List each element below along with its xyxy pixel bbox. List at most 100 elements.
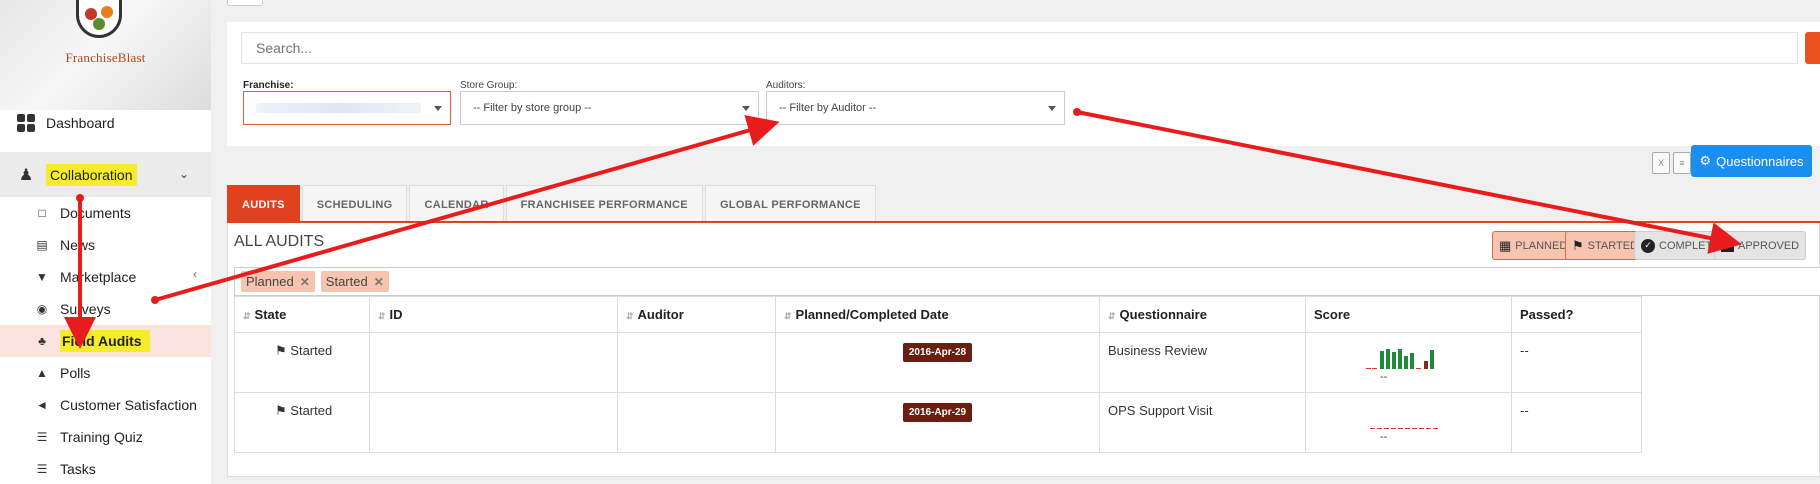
sidebar-item-label: Customer Satisfaction: [60, 397, 197, 413]
sidebar-item-label: Documents: [60, 205, 131, 221]
document-icon: □: [38, 206, 46, 220]
tab-franchisee-performance[interactable]: FRANCHISEE PERFORMANCE: [505, 185, 703, 223]
date-cell: 2016-Apr-29: [775, 392, 1100, 453]
score-cell: --: [1305, 392, 1512, 453]
active-filter-tags[interactable]: Planned ✕ Started ✕: [234, 267, 1820, 296]
chevron-left-icon[interactable]: ‹: [193, 267, 197, 281]
column-header-label: Score: [1314, 307, 1351, 322]
column-header-label: ID: [389, 307, 403, 322]
store-group-label: Store Group:: [460, 80, 518, 91]
excel-export-icon[interactable]: X: [1652, 152, 1670, 174]
column-header-state[interactable]: ⇵ State: [234, 296, 370, 333]
questionnaires-label: Questionnaires: [1716, 153, 1804, 169]
sort-icon: ⇵: [784, 311, 792, 321]
sidebar-item-dashboard[interactable]: Dashboard: [0, 103, 211, 143]
sidebar-item-polls[interactable]: ▲ Polls: [0, 357, 211, 389]
sort-icon: ⇵: [243, 311, 251, 321]
sidebar-item-training-quiz[interactable]: ☰ Training Quiz: [0, 421, 211, 453]
table-row[interactable]: ⚑ Started 2016-Apr-28 Business Review --…: [234, 332, 1642, 393]
sort-icon: ⇵: [1108, 311, 1116, 321]
filter-tag-started[interactable]: Started ✕: [320, 271, 389, 292]
flag-icon: ⚑: [275, 403, 287, 418]
dashboard-icon: [16, 113, 36, 133]
caret-down-icon: [742, 106, 750, 111]
sidebar-item-field-audits[interactable]: ♣ Field Audits: [0, 325, 211, 357]
sidebar-item-label: Collaboration: [46, 163, 137, 186]
tab-global-performance[interactable]: GLOBAL PERFORMANCE: [704, 185, 876, 223]
tasks-icon: ☰: [36, 462, 48, 476]
gear-icon: ⚙: [1699, 153, 1712, 168]
column-header-score: Score: [1305, 296, 1512, 333]
main-content: Franchise: Store Group: -- Filter by sto…: [211, 0, 1820, 484]
state-value: Started: [290, 343, 333, 358]
date-cell: 2016-Apr-28: [775, 332, 1100, 393]
sidebar-item-documents[interactable]: □ Documents: [0, 197, 211, 229]
tab-calendar[interactable]: CALENDAR: [409, 185, 504, 223]
column-header-id[interactable]: ⇵ ID: [369, 296, 618, 333]
store-group-value: -- Filter by store group --: [473, 102, 592, 114]
approved-filter-button[interactable]: ✓ APPROVED: [1714, 231, 1807, 260]
sidebar-item-collaboration[interactable]: ♟ Collaboration ⌄: [0, 152, 211, 197]
calendar-icon: ▦: [1499, 237, 1512, 253]
remove-tag-icon[interactable]: ✕: [374, 275, 384, 289]
check-circle-icon: ✓: [1641, 238, 1655, 253]
column-header-date[interactable]: ⇵ Planned/Completed Date: [775, 296, 1100, 333]
started-filter-button[interactable]: ⚑ STARTED: [1565, 231, 1645, 260]
sidebar-item-label: Surveys: [60, 301, 111, 317]
tab-scheduling[interactable]: SCHEDULING: [301, 185, 408, 223]
sidebar-item-label: News: [60, 237, 96, 253]
sidebar-item-label: Marketplace: [60, 269, 137, 285]
planned-filter-button[interactable]: ▦ PLANNED: [1492, 231, 1575, 260]
column-header-auditor[interactable]: ⇵ Auditor: [617, 296, 776, 333]
planned-filter-label: PLANNED: [1515, 239, 1568, 252]
filter-panel: Franchise: Store Group: -- Filter by sto…: [227, 22, 1820, 146]
caret-down-icon: [1048, 106, 1056, 111]
id-cell: [369, 392, 618, 453]
search-button[interactable]: [1805, 32, 1820, 64]
search-input[interactable]: [241, 32, 1798, 64]
store-group-select[interactable]: -- Filter by store group --: [460, 91, 759, 125]
remove-tag-icon[interactable]: ✕: [300, 275, 310, 289]
flag-icon: ⚑: [1572, 237, 1584, 253]
sidebar-item-label: Dashboard: [46, 115, 115, 131]
id-cell: [369, 332, 618, 393]
sort-icon: ⇵: [378, 311, 386, 321]
column-header-label: Passed?: [1520, 307, 1574, 322]
sidebar-item-customer-satisfaction[interactable]: ◄ Customer Satisfaction: [0, 389, 211, 421]
sidebar-item-news[interactable]: ▤ News: [0, 229, 211, 261]
sort-icon: ⇵: [626, 311, 634, 321]
tab-audits[interactable]: AUDITS: [227, 185, 300, 223]
started-filter-label: STARTED: [1587, 239, 1638, 252]
auditors-value: -- Filter by Auditor --: [779, 102, 877, 114]
state-cell: ⚑ Started: [234, 332, 370, 393]
score-cell: --: [1305, 332, 1512, 393]
score-sparkline: --: [1314, 403, 1464, 443]
column-header-questionnaire[interactable]: ⇵ Questionnaire: [1099, 296, 1306, 333]
column-header-label: Planned/Completed Date: [795, 307, 949, 322]
score-sparkline: --: [1314, 343, 1464, 383]
auditor-cell: [617, 392, 776, 453]
auditors-select[interactable]: -- Filter by Auditor --: [766, 91, 1065, 125]
filter-tag-label: Started: [325, 274, 368, 289]
questionnaires-button[interactable]: ⚙ Questionnaires: [1691, 145, 1812, 177]
score-value: --: [1380, 431, 1388, 443]
sidebar-item-tasks[interactable]: ☰ Tasks: [0, 453, 211, 484]
table-row[interactable]: ⚑ Started 2016-Apr-29 OPS Support Visit …: [234, 392, 1642, 453]
sidebar: FranchiseBlast Dashboard ♟ Collaboration…: [0, 0, 211, 484]
passed-cell: --: [1511, 332, 1642, 393]
franchise-label: Franchise:: [243, 80, 294, 91]
trophy-icon: ♣: [38, 334, 46, 348]
sidebar-item-surveys[interactable]: ◉ Surveys: [0, 293, 211, 325]
franchise-select[interactable]: [243, 91, 451, 125]
filter-tag-planned[interactable]: Planned ✕: [241, 271, 315, 292]
sidebar-item-marketplace[interactable]: ▼ Marketplace: [0, 261, 211, 293]
document-export-icon[interactable]: ≡: [1673, 152, 1691, 174]
state-value: Started: [290, 403, 333, 418]
target-icon: ◉: [36, 302, 48, 316]
top-button[interactable]: [227, 0, 263, 6]
logo-text: FranchiseBlast: [65, 50, 146, 65]
checkbox-icon: ✓: [1721, 239, 1734, 252]
filter-tag-label: Planned: [246, 274, 294, 289]
list-icon: ☰: [36, 430, 48, 444]
logo-icon[interactable]: [76, 0, 122, 38]
